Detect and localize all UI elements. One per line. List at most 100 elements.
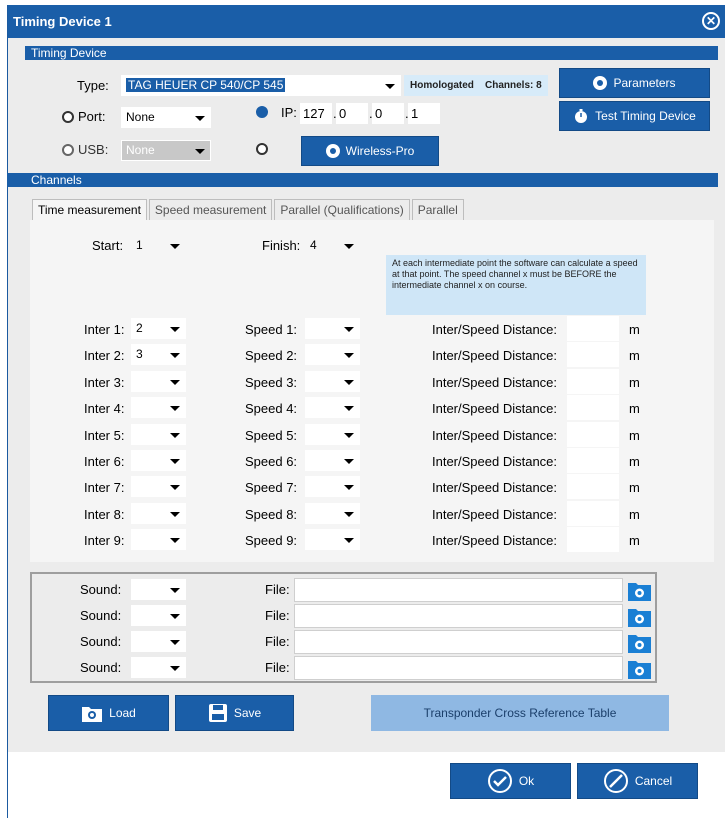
inter-select[interactable] [131, 529, 186, 551]
distance-input[interactable] [567, 395, 619, 421]
chevron-down-icon [170, 432, 180, 438]
test-timing-device-button[interactable]: Test Timing Device [559, 101, 710, 131]
transponder-button[interactable]: Transponder Cross Reference Table [371, 695, 669, 731]
ip-octet-3[interactable]: 0 [372, 103, 404, 124]
distance-input[interactable] [567, 368, 619, 394]
type-label: Type: [77, 78, 109, 93]
start-select[interactable]: 1 [131, 235, 186, 256]
folder-open-icon[interactable] [627, 579, 652, 602]
speed-label: Speed 9: [245, 533, 298, 549]
inter-select[interactable]: 2 [131, 318, 186, 339]
speed-select[interactable] [305, 370, 360, 392]
channels-badge: Channels: 8 [479, 75, 548, 96]
finish-label: Finish: [262, 238, 301, 253]
ip-octet-4[interactable]: 1 [408, 103, 440, 124]
distance-input[interactable] [567, 316, 619, 341]
speed-select[interactable] [305, 423, 360, 445]
wireless-radio[interactable] [256, 143, 268, 155]
file-input[interactable] [294, 656, 623, 680]
speed-select[interactable] [305, 450, 360, 471]
port-select[interactable]: None [121, 107, 211, 128]
tab-time-measurement[interactable]: Time measurement [32, 199, 147, 221]
ip-octet-1[interactable]: 127 [300, 103, 332, 124]
tab-parallel-qualifications[interactable]: Parallel (Qualifications) [274, 199, 410, 220]
load-button[interactable]: Load [48, 695, 169, 731]
distance-input[interactable] [567, 527, 619, 553]
inter-select[interactable] [131, 397, 186, 419]
unit-label: m [629, 533, 640, 549]
distance-label: Inter/Speed Distance: [432, 348, 558, 364]
unit-label: m [629, 401, 640, 417]
folder-open-icon[interactable] [627, 605, 652, 628]
distance-label: Inter/Speed Distance: [432, 533, 558, 549]
chevron-down-icon [195, 149, 205, 154]
tab-speed-measurement[interactable]: Speed measurement [148, 199, 273, 220]
sound-select[interactable] [131, 605, 186, 626]
ip-radio[interactable] [256, 106, 268, 118]
unit-label: m [629, 374, 640, 390]
inter-select-value: 2 [136, 321, 143, 335]
ip-octet-2[interactable]: 0 [336, 103, 368, 124]
distance-label: Inter/Speed Distance: [432, 480, 558, 496]
finish-select[interactable]: 4 [305, 235, 360, 256]
inter-label: Inter 3: [84, 374, 125, 390]
chevron-down-icon [344, 511, 354, 517]
file-input[interactable] [294, 630, 623, 654]
file-label: File: [265, 634, 290, 649]
speed-select[interactable] [305, 502, 360, 524]
cancel-button[interactable]: Cancel [577, 763, 698, 799]
ok-button[interactable]: Ok [450, 763, 571, 799]
speed-select[interactable] [305, 476, 360, 498]
chevron-down-icon [170, 666, 180, 671]
type-select[interactable]: TAG HEUER CP 540/CP 545 [121, 75, 401, 96]
distance-input[interactable] [567, 500, 619, 526]
folder-open-icon[interactable] [627, 631, 652, 654]
inter-select[interactable] [131, 476, 186, 498]
file-input[interactable] [294, 604, 623, 628]
distance-label: Inter/Speed Distance: [432, 506, 558, 522]
distance-input[interactable] [567, 421, 619, 447]
sound-label: Sound: [80, 634, 122, 649]
distance-label: Inter/Speed Distance: [432, 374, 558, 390]
speed-select[interactable] [305, 318, 360, 339]
close-icon[interactable]: ✕ [702, 12, 720, 30]
speed-label: Speed 2: [245, 348, 298, 364]
chevron-down-icon [170, 538, 180, 544]
chevron-down-icon [344, 459, 354, 464]
folder-open-icon[interactable] [627, 657, 652, 680]
inter-select[interactable] [131, 423, 186, 445]
speed-select[interactable] [305, 397, 360, 419]
usb-select: None [121, 140, 211, 161]
distance-label: Inter/Speed Distance: [432, 454, 558, 469]
inter-select[interactable]: 3 [131, 344, 186, 366]
distance-input[interactable] [567, 342, 619, 368]
file-label: File: [265, 660, 290, 675]
distance-input[interactable] [567, 474, 619, 500]
inter-select[interactable] [131, 370, 186, 392]
chevron-down-icon [170, 353, 180, 359]
file-input[interactable] [294, 578, 623, 602]
inter-select[interactable] [131, 502, 186, 524]
section-title-timing-device: Timing Device [31, 46, 107, 60]
sound-select[interactable] [131, 657, 186, 678]
parameters-button[interactable]: Parameters [559, 68, 710, 98]
speed-select[interactable] [305, 529, 360, 551]
wireless-pro-button[interactable]: Wireless-Pro [301, 136, 439, 166]
unit-label: m [629, 454, 640, 469]
speed-select[interactable] [305, 344, 360, 366]
finish-select-value: 4 [310, 238, 317, 252]
unit-label: m [629, 348, 640, 364]
sound-select[interactable] [131, 579, 186, 600]
chevron-down-icon [344, 379, 354, 385]
inter-label: Inter 9: [84, 533, 125, 549]
inter-select-value: 3 [136, 347, 143, 362]
usb-radio[interactable] [62, 144, 74, 156]
chevron-down-icon [344, 406, 354, 412]
sound-select[interactable] [131, 631, 186, 652]
port-radio[interactable] [62, 111, 74, 123]
tab-parallel[interactable]: Parallel [411, 199, 464, 220]
inter-select[interactable] [131, 450, 186, 471]
distance-input[interactable] [567, 448, 619, 473]
speed-label: Speed 7: [245, 480, 298, 496]
save-button[interactable]: Save [175, 695, 294, 731]
